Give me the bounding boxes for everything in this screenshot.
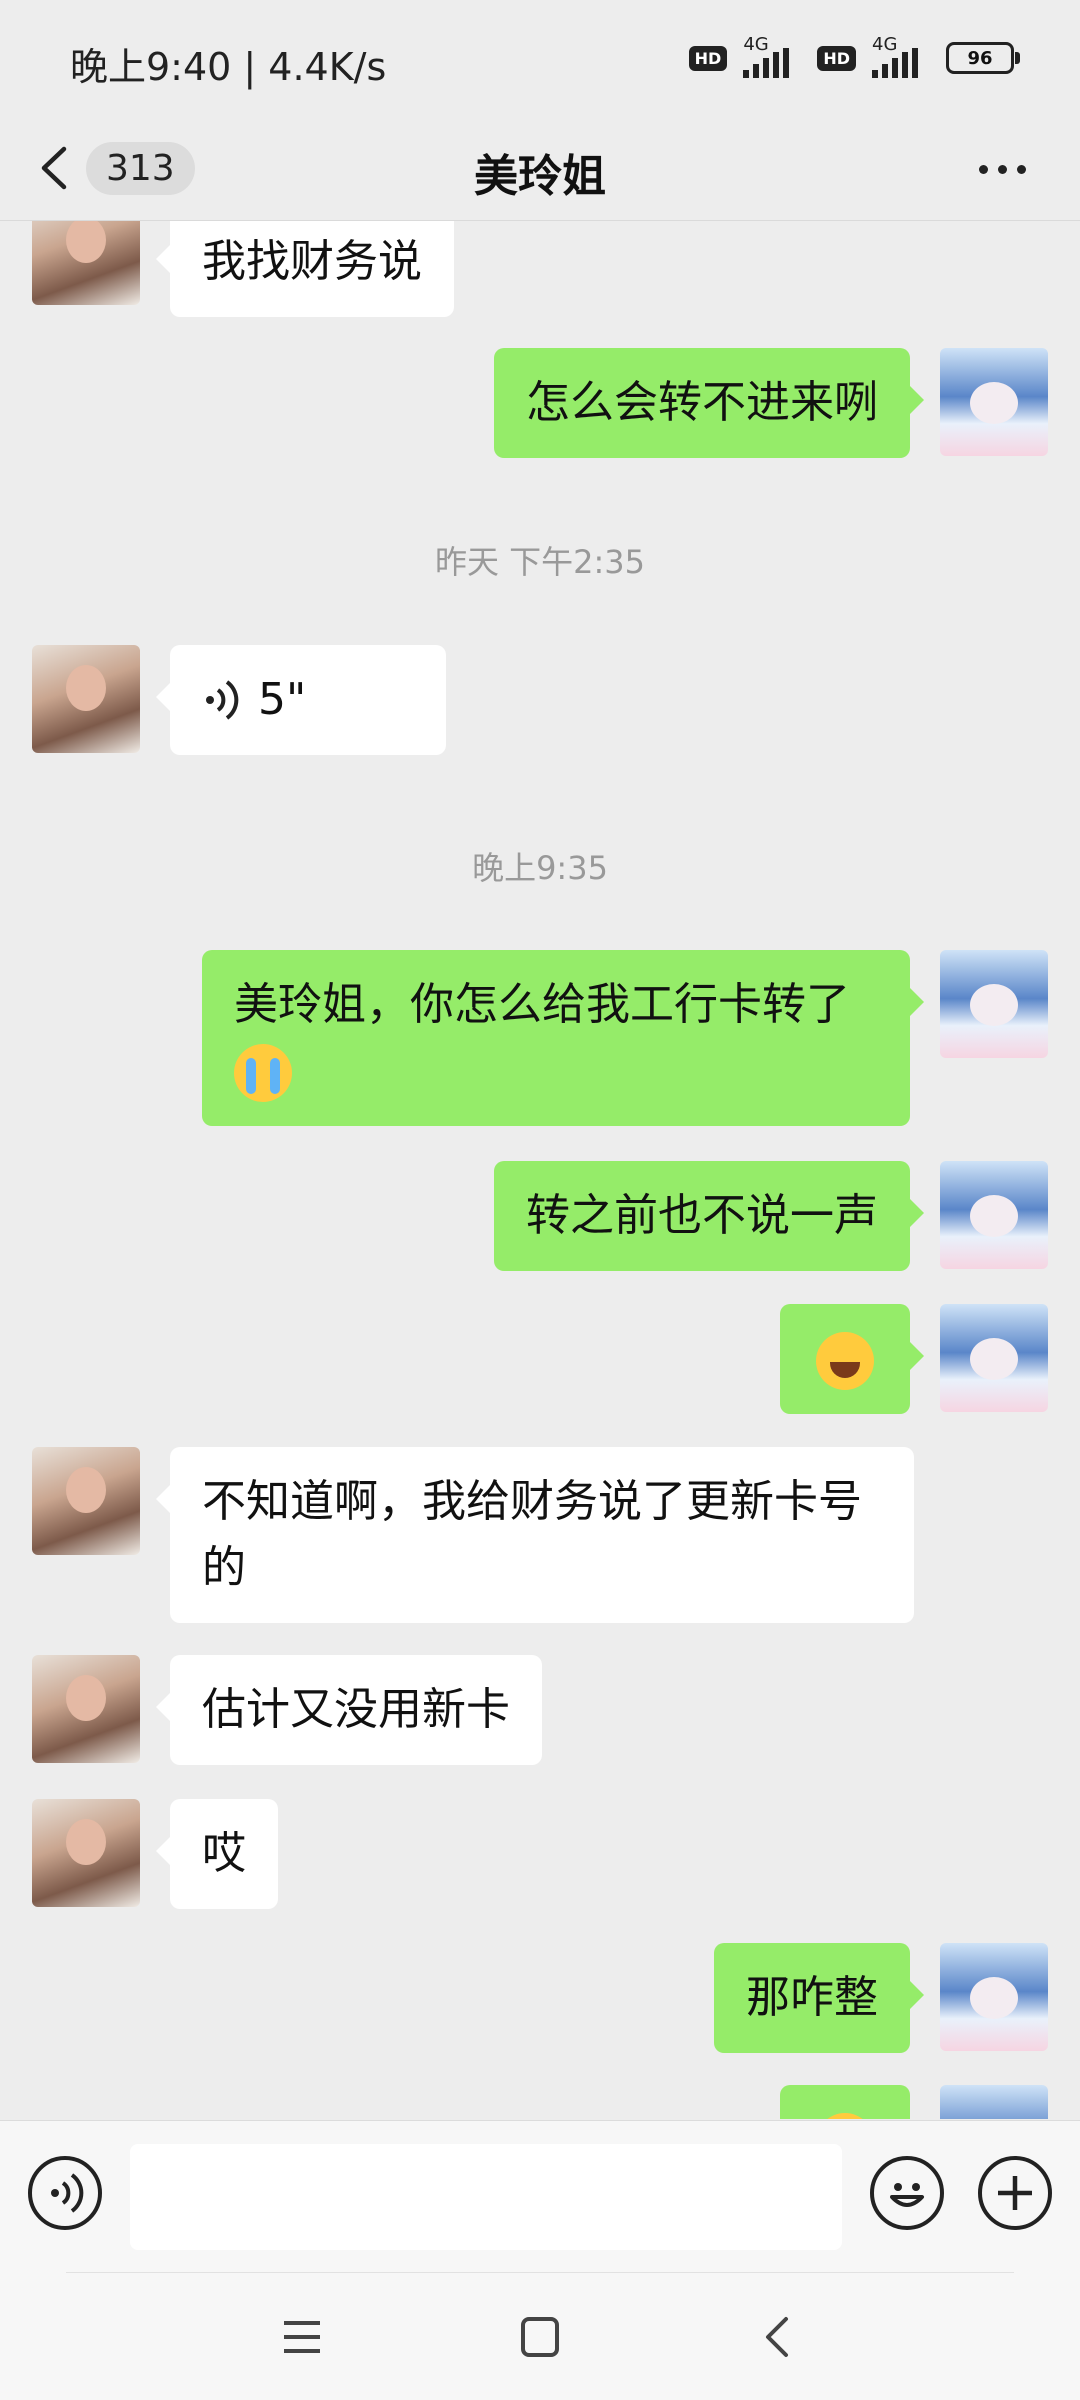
message-incoming: 不知道啊，我给财务说了更新卡号的 (32, 1447, 914, 1623)
back-icon[interactable] (748, 2314, 808, 2360)
message-bubble[interactable]: 怎么会转不进来咧 (494, 348, 924, 458)
system-navigation-bar (0, 2272, 1080, 2400)
message-bubble[interactable]: 哎 (156, 1799, 278, 1909)
signal-icon: 4G (737, 34, 807, 82)
home-icon[interactable] (510, 2314, 570, 2360)
message-incoming: 我找财务说 (32, 221, 454, 317)
plus-icon (998, 2176, 1032, 2210)
signal-icon: 4G (866, 34, 936, 82)
emoji-icon (890, 2183, 924, 2207)
divider (66, 2272, 1014, 2273)
message-text: 美玲姐，你怎么给我工行卡转了 (234, 979, 850, 1030)
unread-count-badge: 313 (86, 141, 195, 195)
message-list[interactable]: 我找财务说 怎么会转不进来咧 昨天 下午2:35 5" 晚上9:35 美玲姐，你… (0, 221, 1080, 2119)
status-time-speed: 晚上9:40 | 4.4K/s (70, 45, 387, 89)
my-avatar[interactable] (940, 348, 1048, 456)
contact-avatar[interactable] (32, 1799, 140, 1907)
more-dots-icon (978, 164, 988, 174)
voice-input-button[interactable] (28, 2156, 102, 2230)
hd-icon: HD (688, 45, 728, 71)
message-outgoing-partial (780, 2085, 1048, 2119)
message-outgoing: 那咋整 (714, 1943, 1048, 2053)
my-avatar[interactable] (940, 1161, 1048, 1269)
message-outgoing (780, 1304, 1048, 1414)
message-incoming: 5" (32, 645, 446, 755)
chat-header: 313 美玲姐 (0, 118, 1080, 221)
message-bubble[interactable]: 美玲姐，你怎么给我工行卡转了 (202, 950, 924, 1126)
my-avatar[interactable] (940, 1304, 1048, 1412)
voice-duration: 5" (258, 674, 307, 725)
back-button[interactable]: 313 (36, 136, 196, 200)
emoji-button[interactable] (870, 2156, 944, 2230)
plus-button[interactable] (978, 2156, 1052, 2230)
status-icons: HD 4G HD 4G 96 (688, 34, 1020, 82)
my-avatar[interactable] (940, 2085, 1048, 2119)
hd-icon: HD (817, 45, 856, 71)
contact-avatar[interactable] (32, 1655, 140, 1763)
laughing-tears-emoji (816, 2113, 874, 2119)
input-bar (0, 2120, 1080, 2273)
message-bubble[interactable] (780, 2085, 910, 2119)
message-bubble[interactable]: 转之前也不说一声 (494, 1161, 924, 1271)
timestamp: 昨天 下午2:35 (434, 543, 646, 581)
contact-avatar[interactable] (32, 645, 140, 753)
voice-input-icon (51, 2173, 84, 2213)
message-incoming: 估计又没用新卡 (32, 1655, 542, 1765)
message-outgoing: 转之前也不说一声 (494, 1161, 1048, 1271)
battery-icon: 96 (946, 42, 1020, 74)
message-outgoing: 怎么会转不进来咧 (494, 348, 1048, 458)
message-bubble[interactable]: 估计又没用新卡 (156, 1655, 542, 1765)
menu-icon[interactable] (272, 2314, 332, 2360)
voice-message-bubble[interactable]: 5" (156, 645, 446, 755)
status-bar: 晚上9:40 | 4.4K/s HD 4G HD 4G 96 (0, 0, 1080, 118)
message-bubble[interactable]: 那咋整 (714, 1943, 924, 2053)
crying-face-emoji (234, 1044, 292, 1102)
voice-wave-icon (206, 680, 239, 720)
more-button[interactable] (962, 144, 1042, 194)
message-bubble[interactable]: 不知道啊，我给财务说了更新卡号的 (156, 1447, 914, 1623)
message-bubble[interactable]: 我找财务说 (156, 221, 454, 317)
message-incoming: 哎 (32, 1799, 278, 1909)
message-input[interactable] (130, 2144, 842, 2250)
message-outgoing: 美玲姐，你怎么给我工行卡转了 (202, 950, 1048, 1126)
laughing-tears-emoji (816, 1332, 874, 1390)
my-avatar[interactable] (940, 950, 1048, 1058)
timestamp: 晚上9:35 (472, 849, 608, 887)
contact-avatar[interactable] (32, 221, 140, 305)
my-avatar[interactable] (940, 1943, 1048, 2051)
battery-level: 96 (967, 47, 993, 69)
chevron-left-icon (41, 146, 67, 190)
message-bubble[interactable] (780, 1304, 924, 1414)
contact-avatar[interactable] (32, 1447, 140, 1555)
